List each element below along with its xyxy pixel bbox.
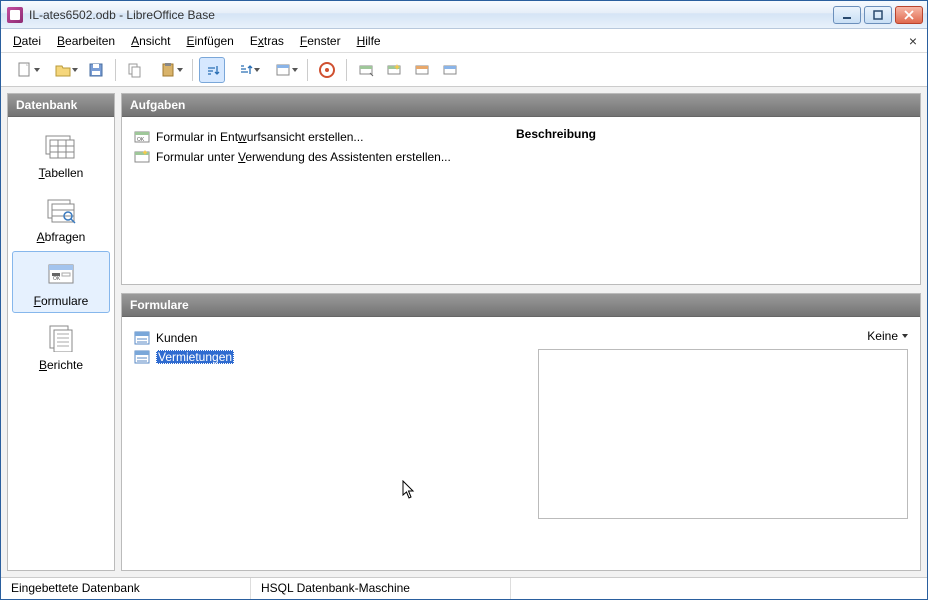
task-label: Formular unter Verwendung des Assistente… [156, 150, 451, 164]
toolbar-separator [192, 59, 193, 81]
copy-button[interactable] [122, 57, 148, 83]
open-button[interactable] [45, 57, 81, 83]
form-filter-button[interactable] [265, 57, 301, 83]
status-embedded: Eingebettete Datenbank [1, 578, 251, 599]
preview-panel [538, 349, 908, 519]
open-object-button[interactable] [409, 57, 435, 83]
menu-window[interactable]: Fenster [292, 32, 349, 50]
sidebar-item-forms[interactable]: OK Formulare [12, 251, 110, 313]
task-description: Beschreibung [516, 127, 908, 274]
status-engine: HSQL Datenbank-Maschine [251, 578, 511, 599]
window-titlebar: IL-ates6502.odb - LibreOffice Base [1, 1, 927, 29]
window-title: IL-ates6502.odb - LibreOffice Base [29, 8, 215, 22]
tables-icon [44, 132, 78, 160]
form-icon [134, 349, 150, 365]
queries-icon [44, 196, 78, 224]
chevron-down-icon [177, 68, 183, 72]
description-title: Beschreibung [516, 127, 908, 141]
menu-edit[interactable]: Bearbeiten [49, 32, 123, 50]
list-item[interactable]: Kunden [134, 329, 526, 347]
tasks-header: Aufgaben [122, 94, 920, 117]
task-label: Formular in Entwurfsansicht erstellen... [156, 130, 363, 144]
new-form-button[interactable] [353, 57, 379, 83]
database-sidebar: Datenbank Tabellen Abfragen OK Formulare… [7, 93, 115, 571]
menu-bar: Datei Bearbeiten Ansicht Einfügen Extras… [1, 29, 927, 53]
preview-mode-dropdown[interactable]: Keine [867, 329, 908, 343]
object-label: Vermietungen [156, 350, 234, 364]
chevron-down-icon [72, 68, 78, 72]
chevron-down-icon [254, 68, 260, 72]
svg-text:OK: OK [137, 137, 145, 143]
close-button[interactable] [895, 6, 923, 24]
chevron-down-icon [292, 68, 298, 72]
sort-asc-button[interactable] [199, 57, 225, 83]
app-icon [7, 7, 23, 23]
sidebar-item-label: Abfragen [15, 230, 107, 244]
objects-section: Formulare Kunden Vermietungen Keine [121, 293, 921, 571]
main-body: Datenbank Tabellen Abfragen OK Formulare… [1, 87, 927, 577]
menu-insert[interactable]: Einfügen [178, 32, 241, 50]
status-spacer [511, 578, 927, 599]
chevron-down-icon [34, 68, 40, 72]
chevron-down-icon [902, 334, 908, 338]
toolbar [1, 53, 927, 87]
document-close-button[interactable]: × [903, 33, 923, 49]
object-list: Kunden Vermietungen [134, 329, 526, 558]
svg-text:OK: OK [53, 276, 61, 282]
sidebar-item-label: Tabellen [15, 166, 107, 180]
forms-icon: OK [44, 261, 78, 287]
menu-help[interactable]: Hilfe [349, 32, 389, 50]
main-panel: Aufgaben OK Formular in Entwurfsansicht … [121, 93, 921, 571]
sidebar-item-label: Formulare [15, 294, 107, 308]
sidebar-item-tables[interactable]: Tabellen [12, 123, 110, 185]
menu-view[interactable]: Ansicht [123, 32, 178, 50]
paste-button[interactable] [150, 57, 186, 83]
sidebar-item-reports[interactable]: Berichte [12, 315, 110, 377]
minimize-button[interactable] [833, 6, 861, 24]
status-bar: Eingebettete Datenbank HSQL Datenbank-Ma… [1, 577, 927, 599]
save-button[interactable] [83, 57, 109, 83]
edit-object-button[interactable] [437, 57, 463, 83]
menu-tools[interactable]: Extras [242, 32, 292, 50]
form-icon [134, 330, 150, 346]
sidebar-item-queries[interactable]: Abfragen [12, 187, 110, 249]
task-create-form-wizard[interactable]: Formular unter Verwendung des Assistente… [134, 147, 504, 167]
window-controls [833, 6, 923, 24]
maximize-button[interactable] [864, 6, 892, 24]
toolbar-separator [307, 59, 308, 81]
task-list: OK Formular in Entwurfsansicht erstellen… [134, 127, 504, 274]
object-label: Kunden [156, 331, 197, 345]
toolbar-separator [346, 59, 347, 81]
tasks-section: Aufgaben OK Formular in Entwurfsansicht … [121, 93, 921, 285]
objects-header: Formulare [122, 294, 920, 317]
toolbar-separator [115, 59, 116, 81]
form-design-icon: OK [134, 129, 150, 145]
menu-file[interactable]: Datei [5, 32, 49, 50]
reports-icon [44, 324, 78, 352]
sidebar-item-label: Berichte [15, 358, 107, 372]
task-create-form-design[interactable]: OK Formular in Entwurfsansicht erstellen… [134, 127, 504, 147]
sort-desc-button[interactable] [227, 57, 263, 83]
preview-mode-label: Keine [867, 329, 898, 343]
new-button[interactable] [7, 57, 43, 83]
help-button[interactable] [314, 57, 340, 83]
sidebar-header: Datenbank [8, 94, 114, 117]
list-item[interactable]: Vermietungen [134, 348, 526, 366]
form-wizard-button[interactable] [381, 57, 407, 83]
form-wizard-icon [134, 149, 150, 165]
